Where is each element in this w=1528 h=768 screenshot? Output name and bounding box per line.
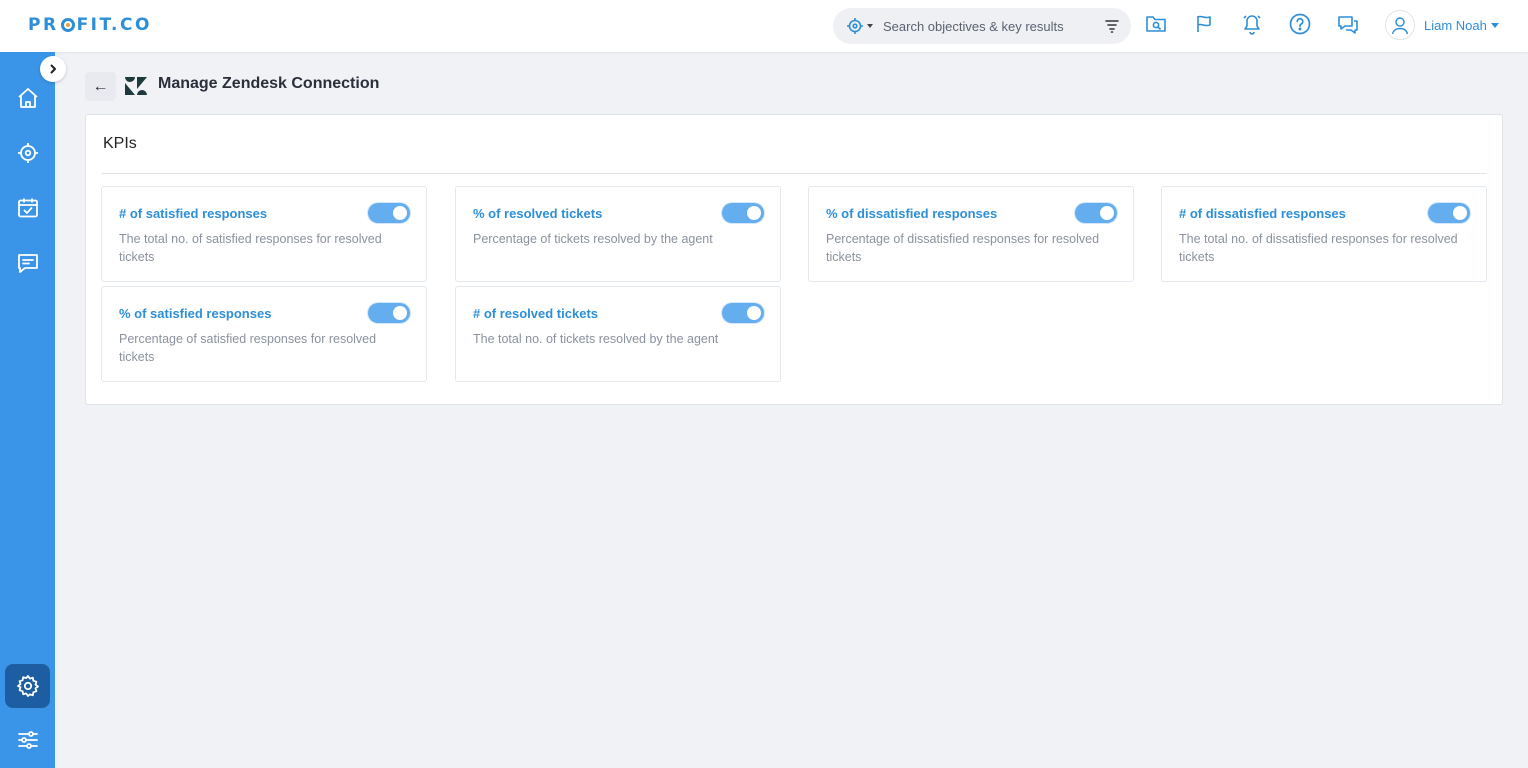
toggle-knob [747,306,761,320]
feedback-icon[interactable] [14,249,42,277]
kpi-card: # of satisfied responses The total no. o… [101,186,427,282]
logo-text-post: FIT.CO [76,15,152,35]
kpi-toggle[interactable] [1075,203,1117,223]
bell-icon[interactable] [1240,12,1264,36]
home-icon[interactable] [14,84,42,112]
search-bar [833,8,1131,44]
kpi-title: # of satisfied responses [119,206,268,221]
kpi-description: The total no. of tickets resolved by the… [473,332,719,346]
panel-title: KPIs [103,135,137,152]
divider [102,173,1487,174]
target-icon[interactable] [845,16,865,36]
search-input[interactable] [883,18,1083,34]
toggle-knob [1453,206,1467,220]
kpi-card: % of satisfied responses Percentage of s… [101,286,427,382]
sidebar [0,52,55,768]
filter-icon[interactable] [1103,17,1121,35]
toggle-knob [393,206,407,220]
settings-icon[interactable] [14,672,42,700]
kpi-toggle[interactable] [722,203,764,223]
zendesk-logo-icon [124,76,148,96]
kpi-description: Percentage of dissatisfied responses for… [826,232,1100,264]
kpi-toggle[interactable] [1428,203,1470,223]
kpi-description: The total no. of dissatisfied responses … [1179,232,1458,264]
kpi-description: The total no. of satisfied responses for… [119,232,382,264]
toggle-knob [747,206,761,220]
sidebar-expand-button[interactable] [40,56,66,82]
kpi-description: Percentage of satisfied responses for re… [119,332,377,364]
profit-co-logo[interactable]: PR FIT.CO [28,15,152,35]
back-button[interactable]: ← [85,72,116,101]
kpi-title: % of resolved tickets [473,206,603,221]
toggle-knob [1100,206,1114,220]
kpi-card: # of dissatisfied responses The total no… [1161,186,1487,282]
kpi-title: # of resolved tickets [473,306,598,321]
top-bar: PR FIT.CO Liam Noah [0,0,1528,52]
chat-icon[interactable] [1336,12,1360,36]
kpi-title: % of dissatisfied responses [826,206,998,221]
kpi-title: # of dissatisfied responses [1179,206,1346,221]
user-avatar-icon [1385,10,1415,40]
logo-o-icon [60,18,75,32]
sliders-icon[interactable] [14,726,42,754]
help-icon[interactable] [1288,12,1312,36]
kpi-toggle[interactable] [368,303,410,323]
page-title: Manage Zendesk Connection [158,75,380,92]
kpi-card: % of dissatisfied responses Percentage o… [808,186,1134,282]
logo-text-pre: PR [28,15,59,35]
kpi-toggle[interactable] [722,303,764,323]
scope-dropdown-caret-icon[interactable] [867,24,873,28]
kpi-card: # of resolved tickets The total no. of t… [455,286,781,382]
calendar-check-icon[interactable] [14,194,42,222]
kpi-title: % of satisfied responses [119,306,272,321]
folder-search-icon[interactable] [1144,12,1168,36]
kpi-panel: KPIs # of satisfied responses The total … [85,114,1503,405]
flag-icon[interactable] [1192,12,1216,36]
toggle-knob [393,306,407,320]
objectives-icon[interactable] [14,139,42,167]
kpi-card: % of resolved tickets Percentage of tick… [455,186,781,282]
user-name: Liam Noah [1424,17,1487,33]
kpi-description: Percentage of tickets resolved by the ag… [473,232,713,246]
chevron-down-icon [1490,22,1499,28]
chevron-right-icon [50,64,56,74]
kpi-toggle[interactable] [368,203,410,223]
user-menu[interactable]: Liam Noah [1385,10,1499,40]
